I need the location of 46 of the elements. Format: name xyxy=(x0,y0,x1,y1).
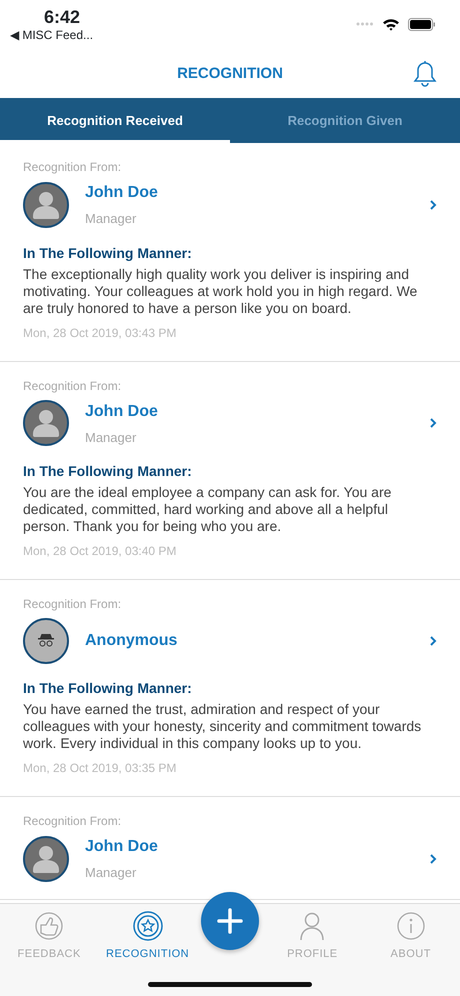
wifi-icon xyxy=(382,18,400,30)
thumbs-up-icon xyxy=(33,910,66,942)
sender-role: Manager xyxy=(85,864,138,882)
timestamp: Mon, 28 Oct 2019, 03:40 PM xyxy=(23,543,176,560)
tab-bar-item[interactable]: FEEDBACK xyxy=(4,910,94,962)
plus-icon xyxy=(216,908,243,934)
star-badge-icon xyxy=(132,910,164,942)
avatar-icon xyxy=(23,400,69,446)
anonymous-avatar-icon xyxy=(23,618,69,664)
label: Recognition From: xyxy=(23,159,122,176)
section-heading: In The Following Manner: xyxy=(23,462,192,481)
tab-bar-item[interactable]: ABOUT xyxy=(366,910,456,962)
sender-role: Manager xyxy=(85,210,138,228)
section-heading: In The Following Manner: xyxy=(23,244,192,263)
notification-bell-icon[interactable] xyxy=(412,60,438,88)
label: Recognition From: xyxy=(23,378,122,394)
message-text: The exceptionally high quality work you deliver is inspiring and motivating. Your colleagues at work hold you in high regard. We are truly honored to have a person like you on board. xyxy=(23,266,418,316)
sender-name: John Doe xyxy=(85,183,159,203)
avatar-icon xyxy=(23,836,69,882)
info-icon xyxy=(394,910,427,942)
chevron-right-icon[interactable] xyxy=(429,198,437,211)
tab-bar-item[interactable]: PROFILE xyxy=(267,910,358,962)
timestamp: Mon, 28 Oct 2019, 03:35 PM xyxy=(23,760,176,777)
label: Recognition From: xyxy=(23,596,122,613)
message-text: You have earned the trust, admiration and respect of your colleagues with your honesty, sincerity and commitment towards work. Every individual in this company looks up to you. xyxy=(23,701,422,752)
label: Recognition From: xyxy=(23,813,122,830)
timestamp: Mon, 28 Oct 2019, 03:43 PM xyxy=(23,324,176,342)
tab[interactable]: Recognition Given xyxy=(230,98,460,143)
sender-name: John Doe xyxy=(85,837,159,857)
status-time: 6:42 xyxy=(44,6,82,28)
sender-name: Anonymous xyxy=(85,631,178,651)
section-heading: In The Following Manner: xyxy=(23,679,192,698)
battery-icon xyxy=(408,18,436,30)
chevron-right-icon[interactable] xyxy=(429,852,437,865)
chevron-right-icon[interactable] xyxy=(429,635,437,647)
avatar-icon xyxy=(23,182,69,228)
sender-role: Manager xyxy=(85,428,138,447)
sender-name: John Doe xyxy=(85,402,159,422)
chevron-right-icon[interactable] xyxy=(429,417,437,430)
back-link[interactable]: ◀ MISC Feed... xyxy=(10,28,94,42)
page-title: RECOGNITION xyxy=(177,64,283,84)
add-button[interactable] xyxy=(200,892,259,950)
signal-icon xyxy=(356,22,374,26)
tab-bar-item[interactable]: RECOGNITION xyxy=(102,910,193,962)
message-text: You are the ideal employee a company can ask for. You are dedicated, committed, hard working and above all a helpful person. Thank you for being who you are. xyxy=(23,484,392,535)
tab[interactable]: Recognition Received xyxy=(0,98,230,143)
